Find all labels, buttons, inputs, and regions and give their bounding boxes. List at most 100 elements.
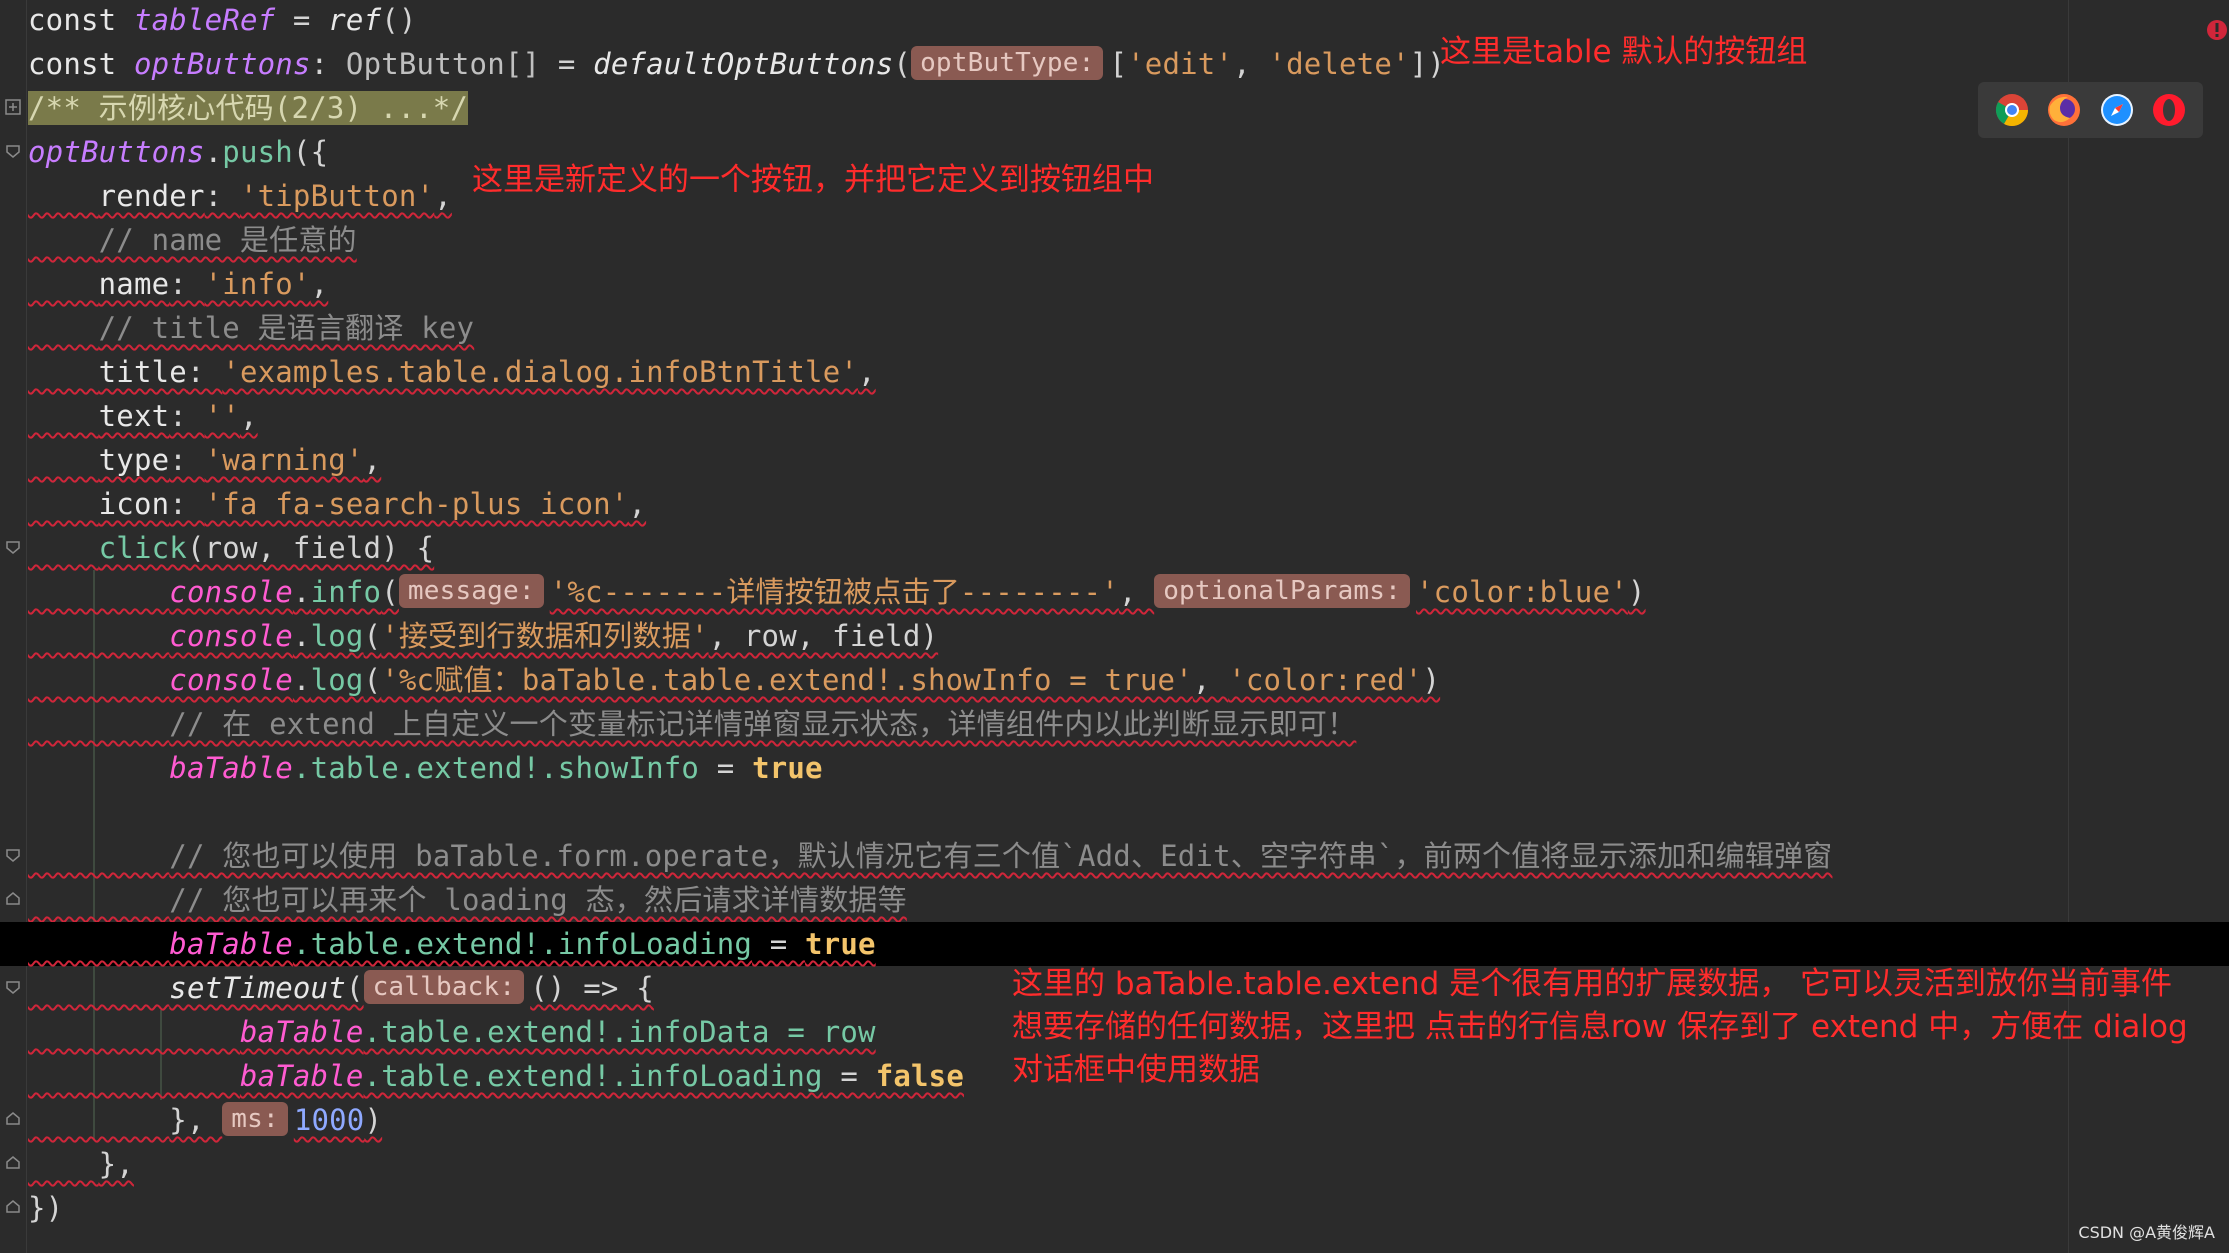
member-access: .table.extend!.infoLoading bbox=[363, 1059, 823, 1093]
code-line[interactable]: console.info(message: '%c-------详情按钮被点击了-… bbox=[28, 570, 2218, 614]
code-line[interactable]: const optButtons: OptButton[] = defaultO… bbox=[28, 42, 2218, 86]
string-literal: 'fa fa-search-plus icon' bbox=[204, 487, 629, 521]
code-line[interactable]: }) bbox=[28, 1186, 2218, 1230]
fold-end-icon[interactable] bbox=[5, 1111, 21, 1127]
punctuation: : bbox=[310, 47, 346, 81]
annotation-extend-line-2: 想要存储的任何数据，这里把 点击的行信息row 保存到了 extend 中，方便… bbox=[1012, 1009, 2188, 1045]
member-access: .table.extend!.showInfo bbox=[292, 751, 700, 785]
punctuation: , bbox=[434, 179, 452, 213]
code-line[interactable]: text: '', bbox=[28, 394, 2218, 438]
object-name: baTable bbox=[169, 751, 293, 785]
annotation-new-button: 这里是新定义的一个按钮，并把它定义到按钮组中 bbox=[472, 162, 1154, 198]
punctuation: ) bbox=[1422, 663, 1441, 697]
code-line[interactable]: console.log('%c赋值：baTable.table.extend!.… bbox=[28, 658, 2218, 702]
fold-end-icon[interactable] bbox=[5, 1155, 21, 1171]
punctuation: ( bbox=[363, 663, 382, 697]
punctuation: ( bbox=[893, 47, 912, 81]
punctuation: , bbox=[1118, 575, 1155, 609]
code-line[interactable]: /** 示例核心代码(2/3) ...*/ bbox=[28, 86, 2218, 130]
parameter-hint: callback: bbox=[363, 970, 525, 1004]
punctuation: . bbox=[292, 663, 311, 697]
annotation-default-buttons: 这里是table 默认的按钮组 bbox=[1440, 34, 1808, 70]
editor-gutter bbox=[0, 0, 27, 1253]
punctuation: () => { bbox=[530, 971, 654, 1005]
string-literal: 'delete' bbox=[1268, 47, 1410, 81]
punctuation: , bbox=[310, 267, 329, 301]
annotation-extend-line-1: 这里的 baTable.table.extend 是个很有用的扩展数据， 它可以… bbox=[1012, 966, 2173, 1002]
code-line-current[interactable]: baTable.table.extend!.infoLoading = true bbox=[0, 922, 2229, 966]
code-line[interactable]: }, ms: 1000) bbox=[28, 1098, 2218, 1142]
code-line[interactable]: baTable.table.extend!.showInfo = true bbox=[28, 746, 2218, 790]
string-literal: 'tipButton' bbox=[239, 179, 435, 213]
function-name: defaultOptButtons bbox=[593, 47, 894, 81]
punctuation: ( bbox=[363, 619, 382, 653]
code-line[interactable]: const tableRef = ref() bbox=[28, 0, 2218, 42]
punctuation: }) bbox=[28, 1191, 64, 1225]
fold-end-icon[interactable] bbox=[5, 891, 21, 907]
code-line[interactable]: // 您也可以使用 baTable.form.operate，默认情况它有三个值… bbox=[28, 834, 2218, 878]
code-line[interactable]: // name 是任意的 bbox=[28, 218, 2218, 262]
identifier: tableRef bbox=[133, 3, 276, 37]
punctuation: ( bbox=[345, 971, 364, 1005]
punctuation: ) bbox=[364, 1103, 383, 1137]
error-indicator-icon[interactable] bbox=[2205, 18, 2229, 42]
punctuation: . bbox=[204, 135, 223, 169]
code-line[interactable]: // 在 extend 上自定义一个变量标记详情弹窗显示状态，详情组件内以此判断… bbox=[28, 702, 2218, 746]
string-literal: 'color:blue' bbox=[1416, 575, 1628, 609]
string-literal: '%c-------详情按钮被点击了--------' bbox=[549, 575, 1119, 609]
property-key: render bbox=[98, 179, 205, 213]
object-name: baTable bbox=[239, 1015, 364, 1049]
parameter-hint: optionalParams: bbox=[1154, 574, 1410, 608]
chrome-icon[interactable] bbox=[1994, 92, 2030, 128]
object-name: baTable bbox=[169, 927, 293, 961]
operator: = bbox=[752, 927, 806, 961]
code-line[interactable]: // title 是语言翻译 key bbox=[28, 306, 2218, 350]
opera-icon[interactable] bbox=[2151, 92, 2187, 128]
operator: = bbox=[822, 1059, 876, 1093]
fold-plus-icon[interactable] bbox=[5, 99, 21, 115]
fold-arrow-icon[interactable] bbox=[5, 847, 21, 863]
string-literal: 'edit' bbox=[1127, 47, 1234, 81]
punctuation: , bbox=[1192, 663, 1229, 697]
fold-end-icon[interactable] bbox=[5, 1199, 21, 1215]
code-line[interactable]: title: 'examples.table.dialog.infoBtnTit… bbox=[28, 350, 2218, 394]
comment: // title 是语言翻译 key bbox=[98, 311, 475, 345]
identifier: optButtons bbox=[133, 47, 311, 81]
operator: = bbox=[540, 47, 594, 81]
property-key: type bbox=[98, 443, 170, 477]
code-line[interactable]: icon: 'fa fa-search-plus icon', bbox=[28, 482, 2218, 526]
code-line[interactable]: click(row, field) { bbox=[28, 526, 2218, 570]
punctuation: ( bbox=[381, 575, 399, 609]
punctuation: . bbox=[292, 619, 311, 653]
fold-arrow-icon[interactable] bbox=[5, 539, 21, 555]
code-editor[interactable]: const tableRef = ref() const optButtons:… bbox=[0, 0, 2229, 1253]
string-literal: '接受到行数据和列数据' bbox=[381, 619, 709, 653]
function-name: setTimeout bbox=[169, 971, 346, 1005]
safari-icon[interactable] bbox=[2099, 92, 2135, 128]
code-line[interactable]: name: 'info', bbox=[28, 262, 2218, 306]
string-literal: '%c赋值：baTable.table.extend!.showInfo = t… bbox=[381, 663, 1193, 697]
fold-arrow-icon[interactable] bbox=[5, 979, 21, 995]
code-line[interactable]: }, bbox=[28, 1142, 2218, 1186]
string-literal: '' bbox=[204, 399, 240, 433]
method-name: click bbox=[98, 531, 187, 565]
code-line[interactable]: console.log('接受到行数据和列数据', row, field) bbox=[28, 614, 2218, 658]
punctuation: : bbox=[169, 399, 205, 433]
punctuation: , bbox=[363, 443, 382, 477]
parameter-hint: ms: bbox=[222, 1102, 288, 1136]
fold-arrow-icon[interactable] bbox=[5, 143, 21, 159]
comment: // 您也可以再来个 loading 态，然后请求详情数据等 bbox=[169, 883, 907, 917]
number-literal: 1000 bbox=[293, 1103, 365, 1137]
string-literal: 'warning' bbox=[204, 443, 364, 477]
punctuation: , row, field) bbox=[708, 619, 939, 653]
punctuation: }, bbox=[169, 1103, 223, 1137]
punctuation: }, bbox=[98, 1147, 134, 1181]
method-name: info bbox=[310, 575, 382, 609]
string-literal: 'color:red' bbox=[1228, 663, 1423, 697]
object-name: console bbox=[169, 575, 293, 609]
boolean-literal: false bbox=[875, 1059, 964, 1093]
punctuation: ) bbox=[1627, 575, 1646, 609]
code-line[interactable]: // 您也可以再来个 loading 态，然后请求详情数据等 bbox=[28, 878, 2218, 922]
firefox-icon[interactable] bbox=[2046, 92, 2082, 128]
code-line[interactable]: type: 'warning', bbox=[28, 438, 2218, 482]
